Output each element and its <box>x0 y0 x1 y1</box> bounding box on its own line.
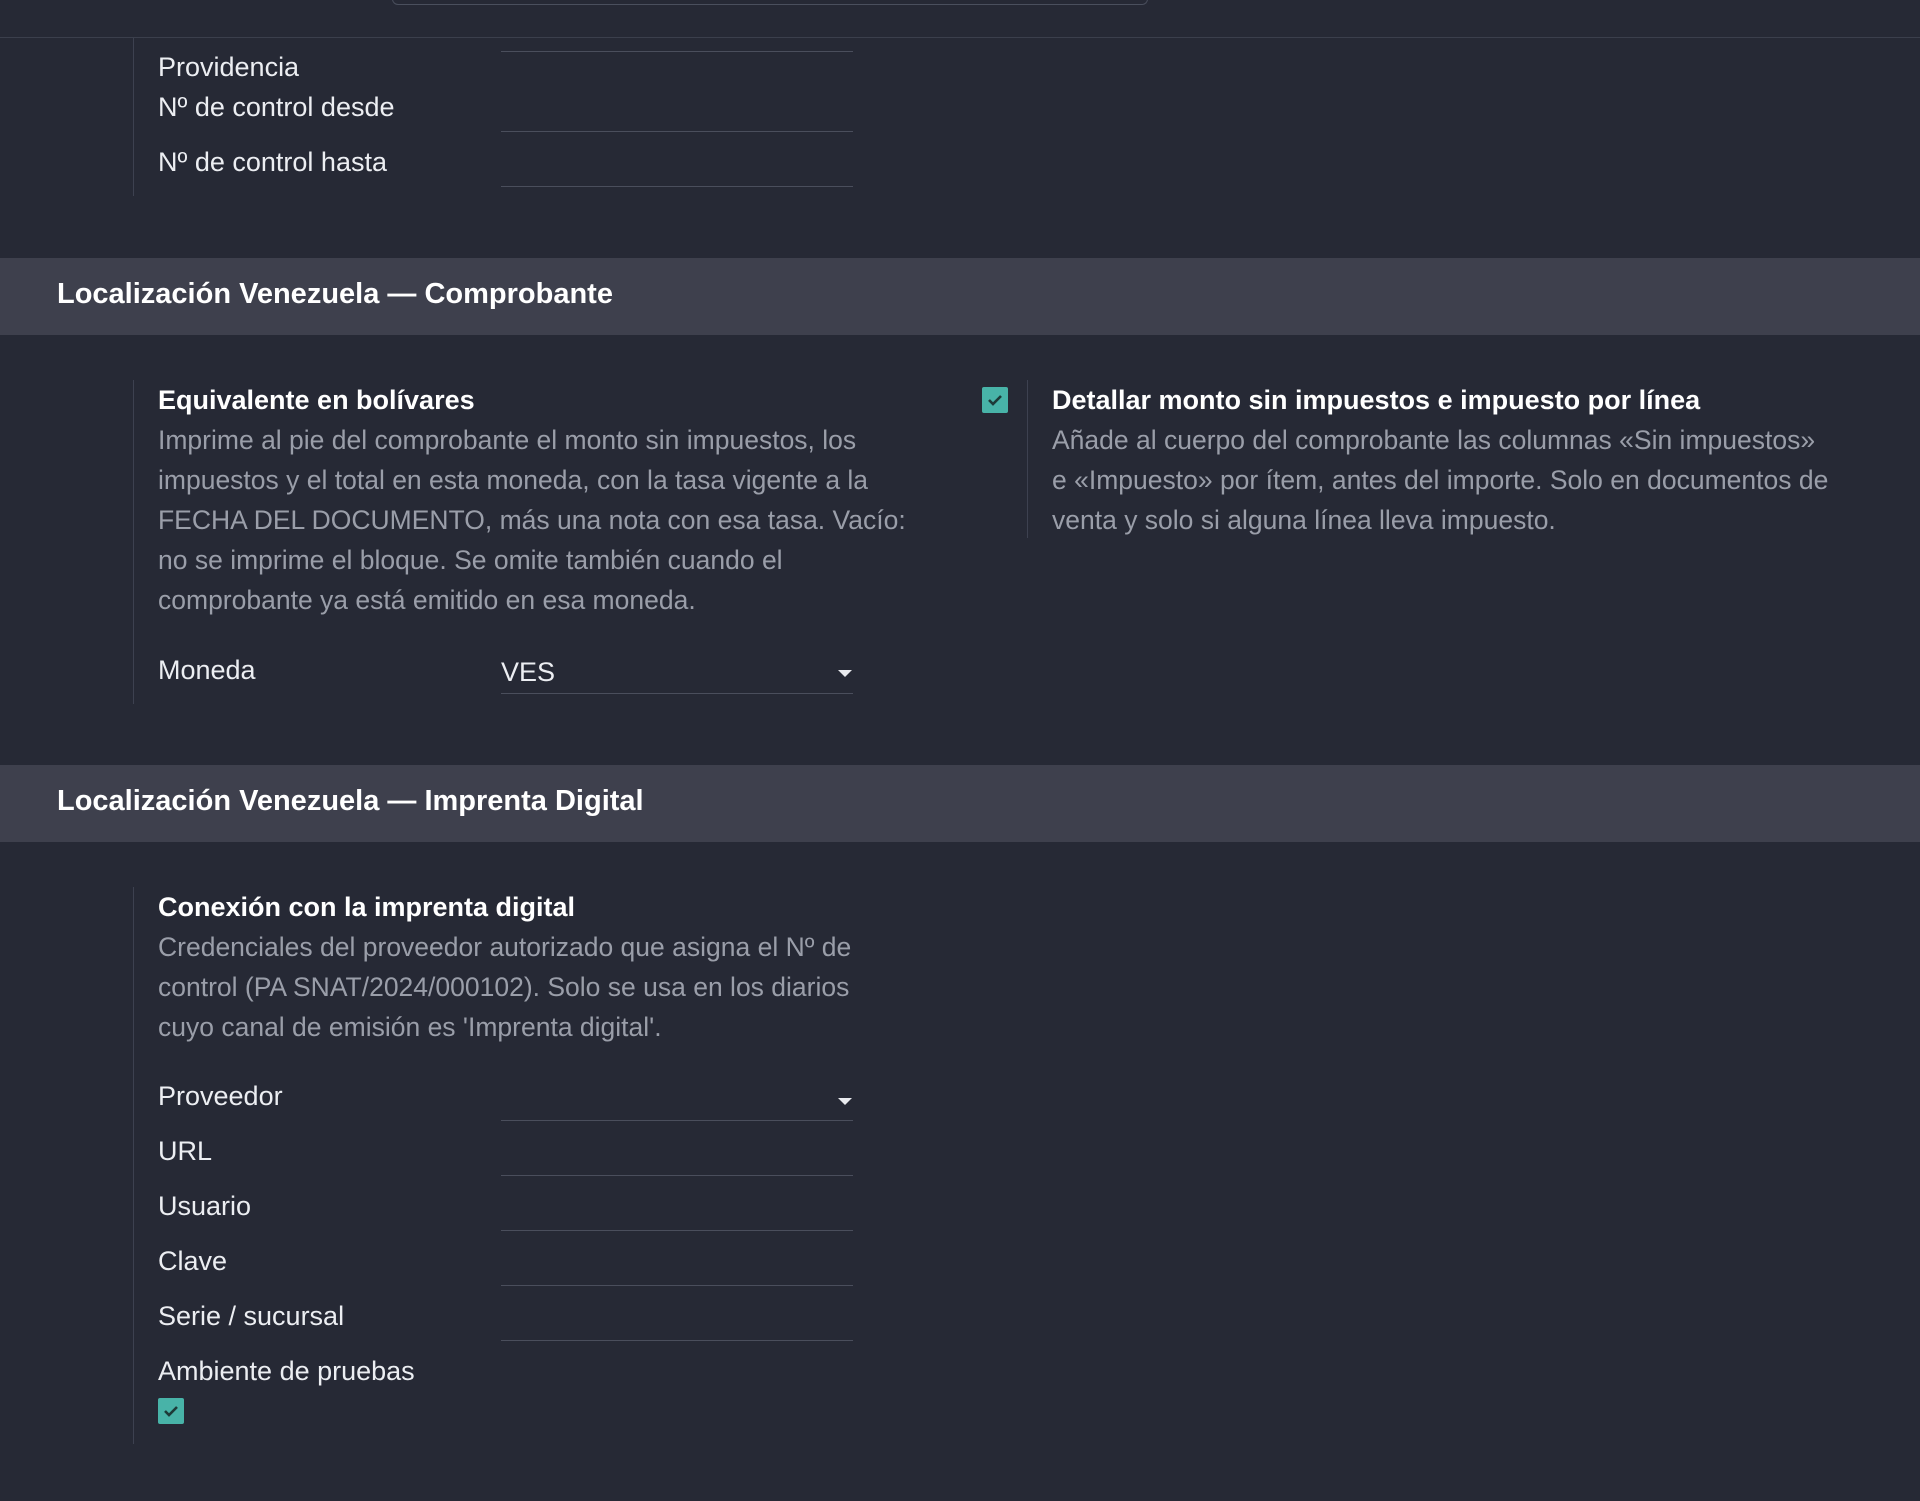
serie-input[interactable] <box>501 1340 853 1341</box>
detallar-description: Añade al cuerpo del comprobante las colu… <box>1052 425 1829 535</box>
detallar-title: Detallar monto sin impuestos e impuesto … <box>1052 385 1701 415</box>
section-title-imprenta: Localización Venezuela — Imprenta Digita… <box>57 785 644 817</box>
proveedor-label: Proveedor <box>158 1081 283 1111</box>
section-header-comprobante: Localización Venezuela — Comprobante <box>0 258 1920 335</box>
top-bar <box>0 0 1920 38</box>
search-box-edge[interactable] <box>392 0 1148 5</box>
control-desde-input[interactable] <box>501 131 853 132</box>
check-icon <box>988 395 1002 406</box>
setting-divider <box>1027 380 1028 538</box>
setting-divider <box>133 887 134 1444</box>
conexion-title: Conexión con la imprenta digital <box>158 892 576 922</box>
control-hasta-input[interactable] <box>501 186 853 187</box>
control-desde-label: Nº de control desde <box>158 92 395 122</box>
setting-divider <box>133 380 134 704</box>
group-divider <box>133 38 134 196</box>
moneda-value: VES <box>501 657 556 687</box>
moneda-underline <box>501 693 853 694</box>
ambiente-checkbox[interactable] <box>158 1398 184 1424</box>
serie-label: Serie / sucursal <box>158 1301 345 1331</box>
chevron-down-icon <box>838 670 852 677</box>
usuario-input[interactable] <box>501 1230 853 1231</box>
ambiente-label: Ambiente de pruebas <box>158 1356 415 1386</box>
clave-input[interactable] <box>501 1285 853 1286</box>
section-title-comprobante: Localización Venezuela — Comprobante <box>57 278 613 310</box>
bolivares-title: Equivalente en bolívares <box>158 385 475 415</box>
chevron-down-icon <box>838 1098 852 1105</box>
moneda-label: Moneda <box>158 655 256 685</box>
bolivares-description: Imprime al pie del comprobante el monto … <box>158 425 906 615</box>
conexion-description: Credenciales del proveedor autorizado qu… <box>158 932 852 1042</box>
section-header-imprenta: Localización Venezuela — Imprenta Digita… <box>0 765 1920 842</box>
clave-label: Clave <box>158 1246 228 1276</box>
usuario-label: Usuario <box>158 1191 252 1221</box>
providencia-label: Providencia <box>158 52 300 82</box>
url-input[interactable] <box>501 1175 853 1176</box>
proveedor-underline <box>501 1120 853 1121</box>
detallar-checkbox[interactable] <box>982 387 1008 413</box>
url-label: URL <box>158 1136 213 1166</box>
providencia-input[interactable] <box>501 51 853 52</box>
check-icon <box>164 1406 178 1417</box>
control-hasta-label: Nº de control hasta <box>158 147 387 177</box>
